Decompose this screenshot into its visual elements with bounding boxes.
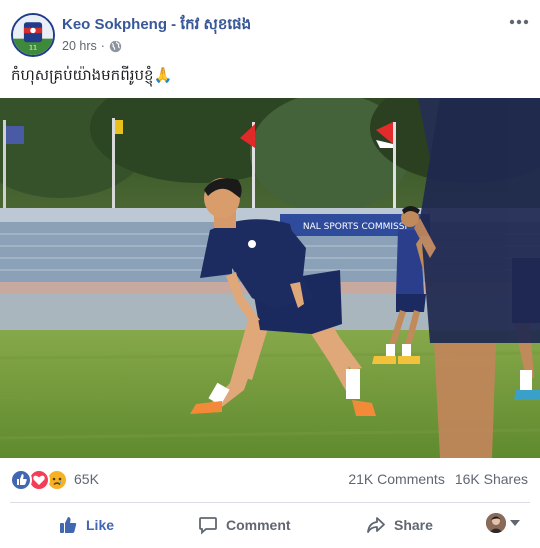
share-count[interactable]: 16K Shares	[455, 471, 528, 487]
caret-down-icon	[510, 520, 520, 526]
svg-text:11: 11	[29, 45, 37, 52]
comment-button[interactable]: Comment	[198, 511, 291, 539]
reaction-count[interactable]: 65K	[74, 471, 99, 487]
react-as-selector[interactable]	[486, 513, 520, 533]
like-icon	[10, 469, 32, 491]
globe-icon[interactable]	[109, 40, 122, 53]
comment-count[interactable]: 21K Comments	[348, 471, 444, 487]
meta-separator: ·	[100, 39, 105, 53]
thumbs-up-icon	[60, 517, 77, 533]
facebook-post: 11 Keo Sokpheng - កែវ សុខផេង 20 hrs · កំ…	[0, 0, 540, 548]
comment-icon	[199, 517, 217, 535]
profile-avatar-icon	[486, 513, 506, 533]
post-photo[interactable]: NAL SPORTS COMMISSI	[0, 98, 540, 458]
more-options-button[interactable]	[508, 14, 530, 30]
share-arrow-icon	[367, 517, 385, 533]
post-stats: 65K 21K Comments 16K Shares	[0, 458, 540, 502]
engagement-counts: 21K Comments 16K Shares	[348, 471, 528, 487]
post-time[interactable]: 20 hrs	[62, 39, 97, 53]
share-label: Share	[394, 517, 433, 533]
like-button[interactable]: Like	[58, 511, 114, 539]
post-caption: កំហុសគ្រប់យ៉ាងមកពីរូបខ្ញុំ🙏	[11, 66, 173, 84]
stadium-banner-text: NAL SPORTS COMMISSI	[303, 222, 407, 232]
more-dots-icon	[509, 19, 529, 25]
share-button[interactable]: Share	[366, 511, 433, 539]
post-meta: 20 hrs ·	[62, 39, 122, 53]
reaction-icons[interactable]	[10, 469, 74, 491]
comment-label: Comment	[226, 517, 291, 533]
author-name[interactable]: Keo Sokpheng - កែវ សុខផេង	[62, 15, 251, 37]
author-avatar[interactable]: 11	[11, 13, 55, 57]
like-label: Like	[86, 517, 115, 533]
post-actions: Like Comment Share	[0, 503, 540, 548]
